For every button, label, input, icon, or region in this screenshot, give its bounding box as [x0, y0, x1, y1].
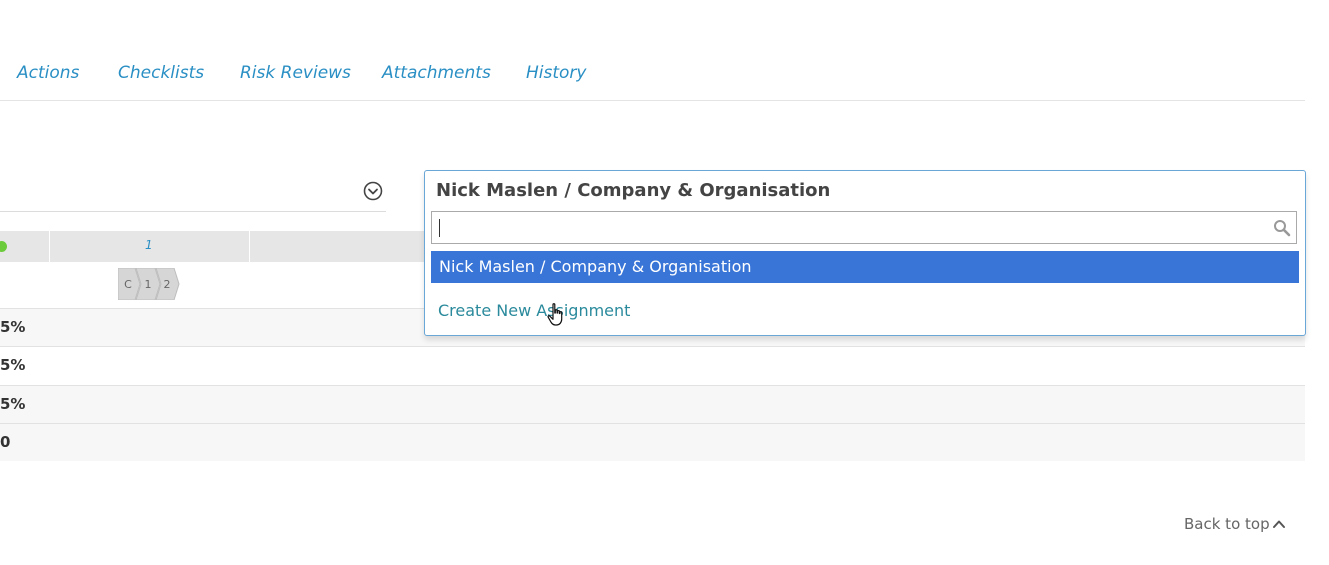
hand-pointer-icon [547, 303, 563, 326]
row-value: 0 [0, 433, 11, 451]
back-to-top-link[interactable]: Back to top [1184, 515, 1270, 533]
column-number-link[interactable]: 1 [145, 238, 153, 252]
assignment-option[interactable]: Nick Maslen / Company & Organisation [431, 251, 1299, 283]
chevron-up-icon[interactable] [1272, 517, 1286, 531]
tab-history[interactable]: History [526, 63, 586, 83]
stage-1: 1 [145, 278, 152, 291]
tab-bar: Actions Checklists Risk Reviews Attachme… [0, 0, 1305, 101]
table-row: 5% [0, 347, 1305, 386]
row-value: 5% [0, 395, 26, 413]
header-divider [249, 231, 250, 262]
text-caret [439, 219, 440, 237]
search-icon [1274, 220, 1291, 237]
chevron-down-circle-icon[interactable] [363, 181, 383, 201]
tab-actions[interactable]: Actions [17, 63, 79, 83]
assignment-search-field[interactable] [431, 211, 1297, 244]
create-new-assignment-link[interactable]: Create New Assignment [438, 301, 630, 320]
stage-c: C [124, 278, 132, 291]
tab-checklists[interactable]: Checklists [118, 63, 204, 83]
table-row: 5% [0, 386, 1305, 424]
assignment-selected-value[interactable]: Nick Maslen / Company & Organisation [436, 180, 830, 201]
row-value: 5% [0, 318, 26, 336]
assignment-search-input[interactable] [432, 212, 1278, 243]
header-divider [49, 231, 50, 262]
tab-attachments[interactable]: Attachments [382, 63, 491, 83]
tab-risk-reviews[interactable]: Risk Reviews [240, 63, 351, 83]
row-value: 5% [0, 356, 26, 374]
stage-progress: C 1 2 [118, 268, 180, 300]
stage-2: 2 [164, 278, 171, 291]
filter-dropdown[interactable] [0, 172, 386, 212]
table-row: 0 [0, 424, 1305, 461]
